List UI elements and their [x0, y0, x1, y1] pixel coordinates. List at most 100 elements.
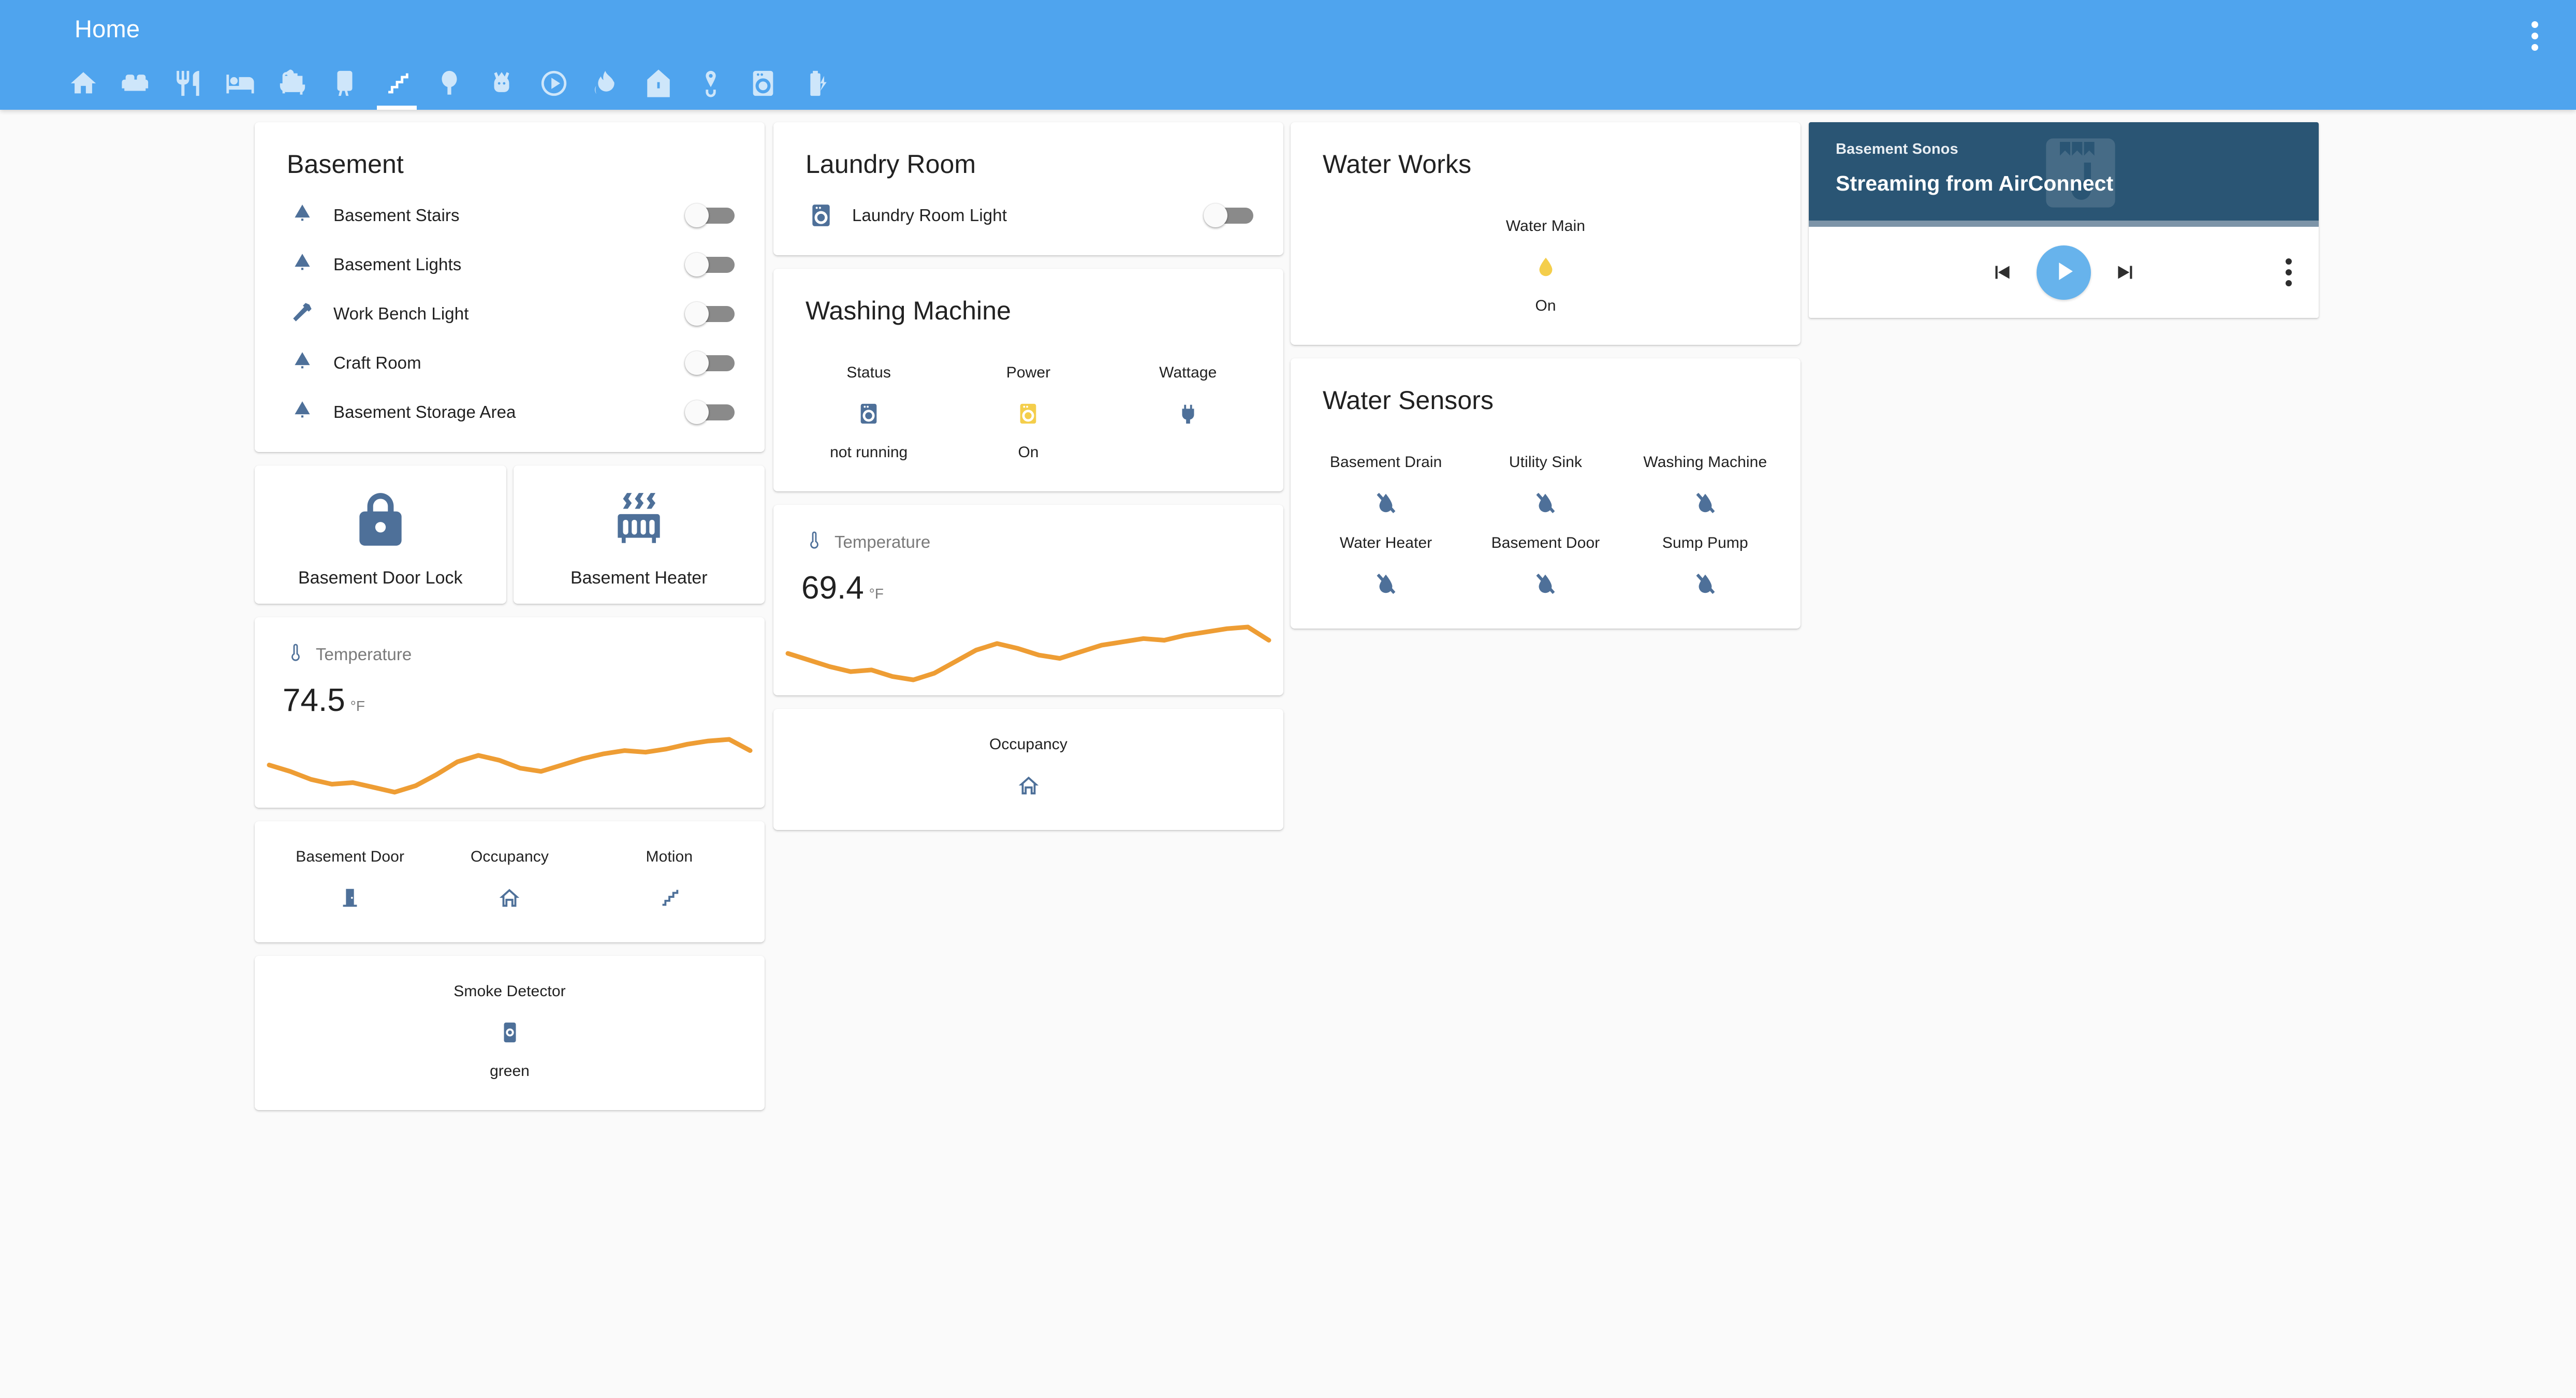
badge-grid: Water Main On [1291, 191, 1801, 345]
badge-water-main[interactable]: Water Main On [1306, 208, 1785, 322]
tab-living-room[interactable] [109, 61, 162, 110]
badge-smoke-detector[interactable]: Smoke Detector green [270, 973, 749, 1087]
button-label: Basement Heater [570, 568, 708, 588]
card-title: Water Works [1323, 150, 1472, 179]
dot [2531, 43, 2538, 51]
badge-basement-drain[interactable]: Basement Drain [1306, 444, 1466, 525]
badge-label: Wattage [1159, 364, 1217, 381]
badge-water-heater[interactable]: Water Heater [1306, 525, 1466, 606]
graph-label: Temperature [835, 532, 931, 551]
toggle-work-bench-light[interactable] [685, 301, 735, 326]
badge-washer-wattage[interactable]: Wattage [1108, 355, 1268, 469]
thermometer-icon [285, 642, 306, 666]
entity-row-basement-storage-area[interactable]: Basement Storage Area [281, 387, 739, 436]
cat-icon [487, 68, 517, 98]
badge-basement-door[interactable]: Basement Door [270, 839, 430, 920]
badge-motion[interactable]: Motion [590, 839, 749, 920]
tab-laundry[interactable] [737, 61, 789, 110]
home-outline-icon [497, 883, 521, 912]
stairs-icon [382, 68, 412, 98]
water-off-icon [1693, 570, 1717, 599]
smoke-detector-card: Smoke Detector green [255, 956, 765, 1110]
tab-media-room[interactable] [318, 61, 371, 110]
entity-label: Basement Stairs [333, 205, 460, 225]
ceiling-light-icon [281, 399, 324, 425]
badge-label: Occupancy [471, 848, 549, 865]
button-card-basement-heater[interactable]: Basement Heater [513, 465, 765, 604]
fire-icon [591, 68, 621, 98]
entity-row-basement-lights[interactable]: Basement Lights [281, 240, 739, 289]
entity-row-laundry-room-light[interactable]: Laundry Room Light [799, 191, 1257, 240]
tab-climate[interactable] [580, 61, 632, 110]
lock-icon [349, 483, 412, 556]
tab-bar [57, 61, 841, 110]
toggle-basement-storage-area[interactable] [685, 400, 735, 424]
tab-dining-room[interactable] [162, 61, 214, 110]
tab-energy[interactable] [789, 61, 841, 110]
entity-row-craft-room[interactable]: Craft Room [281, 338, 739, 387]
water-off-icon [1374, 489, 1398, 518]
tab-home[interactable] [57, 61, 109, 110]
toggle-basement-stairs[interactable] [685, 203, 735, 227]
skip-next-icon[interactable] [2113, 259, 2139, 285]
toggle-laundry-room-light[interactable] [1204, 203, 1253, 227]
column-basement: Basement Basement Stairs Basement Lights… [255, 122, 765, 1124]
media-header: Basement Sonos Streaming from AirConnect [1809, 122, 2319, 221]
water-off-icon [1693, 489, 1717, 518]
temperature-sparkline [785, 624, 1271, 682]
tab-bathroom[interactable] [266, 61, 318, 110]
badge-grid: Basement Drain Utility Sink Washing Mach… [1291, 427, 1801, 629]
play-button[interactable] [2037, 245, 2091, 300]
media-progress-bar[interactable] [1809, 221, 2319, 227]
card-title: Basement [287, 150, 404, 179]
washing-machine-card: Washing Machine Status not running Power… [773, 269, 1283, 491]
tab-basement[interactable] [371, 61, 423, 110]
tab-media[interactable] [528, 61, 580, 110]
play-circle-icon [539, 68, 569, 98]
power-plug-icon [1176, 399, 1200, 428]
hammer-icon [281, 301, 324, 327]
laundry-temperature-card[interactable]: Temperature 69.4 °F [773, 505, 1283, 695]
tab-water[interactable] [684, 61, 737, 110]
badge-label: Washing Machine [1643, 454, 1767, 471]
entity-row-basement-stairs[interactable]: Basement Stairs [281, 191, 739, 240]
dot [2286, 269, 2292, 275]
skip-previous-icon[interactable] [1989, 259, 2015, 285]
badge-grid: Status not running Power On Wattage [773, 337, 1283, 491]
badge-state: On [1018, 444, 1039, 461]
toggle-basement-lights[interactable] [685, 252, 735, 276]
badge-sump-pump[interactable]: Sump Pump [1626, 525, 1785, 606]
basement-card: Basement Basement Stairs Basement Lights… [255, 122, 765, 452]
tab-pets[interactable] [475, 61, 528, 110]
tab-outdoors[interactable] [423, 61, 475, 110]
dots-vertical-icon[interactable] [2286, 258, 2292, 286]
entity-row-work-bench-light[interactable]: Work Bench Light [281, 289, 739, 338]
temperature-unit: °F [869, 586, 884, 602]
dots-vertical-icon[interactable] [2520, 16, 2549, 56]
badge-utility-sink[interactable]: Utility Sink [1466, 444, 1625, 525]
badge-occupancy[interactable]: Occupancy [430, 839, 589, 920]
button-card-basement-door-lock[interactable]: Basement Door Lock [255, 465, 506, 604]
badge-basement-door[interactable]: Basement Door [1466, 525, 1625, 606]
tab-house[interactable] [632, 61, 684, 110]
toggle-craft-room[interactable] [685, 351, 735, 375]
water-works-card: Water Works Water Main On [1291, 122, 1801, 345]
badge-occupancy[interactable]: Occupancy [789, 726, 1268, 807]
badge-label: Basement Door [296, 848, 405, 865]
badge-washer-status[interactable]: Status not running [789, 355, 948, 469]
badge-washing-machine[interactable]: Washing Machine [1626, 444, 1785, 525]
flash-battery-icon [800, 68, 830, 98]
water-pump-icon [696, 68, 726, 98]
laundry-room-card: Laundry Room Laundry Room Light [773, 122, 1283, 255]
tab-bedroom[interactable] [214, 61, 266, 110]
basement-temperature-card[interactable]: Temperature 74.5 °F [255, 617, 765, 808]
button-label: Basement Door Lock [298, 568, 463, 588]
entity-label: Craft Room [333, 353, 421, 372]
badge-washer-power[interactable]: Power On [948, 355, 1108, 469]
badge-label: Occupancy [989, 736, 1067, 753]
water-off-icon [1533, 489, 1557, 518]
badge-grid: Basement Door Occupancy Motion [255, 821, 765, 942]
dot [2286, 280, 2292, 286]
badge-label: Sump Pump [1662, 534, 1748, 551]
water-icon [1534, 253, 1558, 282]
